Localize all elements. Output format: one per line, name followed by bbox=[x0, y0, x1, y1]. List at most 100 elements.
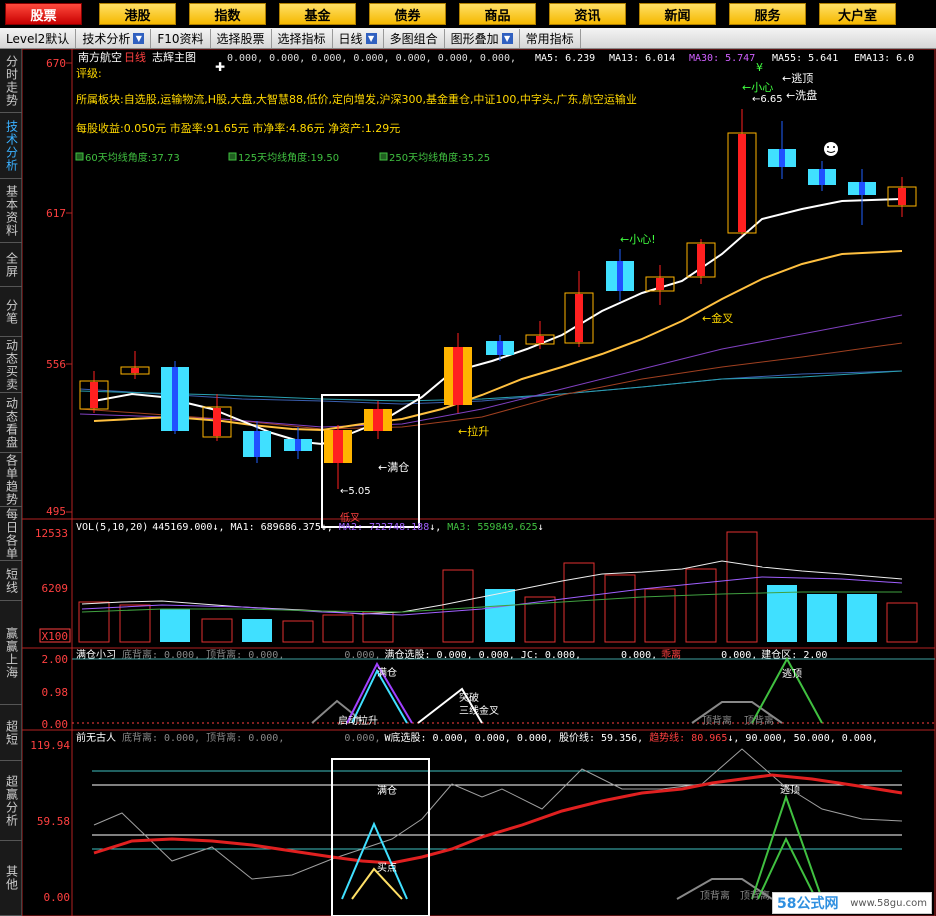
toolbar-item-8[interactable]: 常用指标 bbox=[520, 28, 581, 48]
ind1-triple-cross-label: 三线金叉 bbox=[459, 704, 499, 717]
ind1-divergence-label-1: 顶背离 bbox=[702, 714, 732, 727]
volume-bar[interactable] bbox=[485, 589, 515, 642]
svg-text:南方航空日线志辉主图: 南方航空 日线 志辉主图 bbox=[78, 50, 196, 64]
left-tab-13[interactable]: 其他 bbox=[0, 841, 22, 916]
dropdown-arrow-icon[interactable]: ▼ bbox=[365, 32, 377, 44]
toolbar-label: 常用指标 bbox=[525, 31, 574, 46]
toolbar-item-3[interactable]: 选择股票 bbox=[211, 28, 272, 48]
annotation-golden-cross: ←金叉 bbox=[702, 311, 733, 325]
left-tab-8[interactable]: 每日各单 bbox=[0, 507, 22, 561]
vol-y-label-top: 12533 bbox=[35, 527, 68, 540]
annotation-careful-top: ←小心 bbox=[742, 81, 773, 94]
annotation-low-price: ←5.05 bbox=[340, 486, 371, 497]
left-tab-4[interactable]: 分笔 bbox=[0, 287, 22, 337]
ind2-buy-label: 买点 bbox=[377, 862, 397, 874]
annotation-careful: ←小心! bbox=[620, 233, 656, 246]
nav-button-3[interactable]: 基金 bbox=[279, 3, 356, 25]
dropdown-arrow-icon[interactable]: ▼ bbox=[133, 32, 145, 44]
ind1-break-label: 突破 bbox=[459, 691, 479, 704]
toolbar-label: 技术分析 bbox=[82, 31, 131, 46]
chart-area[interactable]: 南方航空 日线 志辉主图 0.000, 0.000, 0.000, 0.000, 0… bbox=[22, 49, 936, 916]
svg-text:0.00: 0.00 bbox=[44, 891, 71, 904]
ma60-angle: 60天均线角度:37.73 bbox=[85, 151, 180, 164]
vol-y-label-unit: X100 bbox=[42, 630, 69, 643]
left-tab-10[interactable]: 赢赢上海 bbox=[0, 601, 22, 705]
ind2-divergence-label-1: 顶背离 bbox=[700, 889, 730, 902]
ma-angle-row: 60天均线角度:37.73 125天均线角度:19.50 250天均线角度:35… bbox=[75, 151, 490, 164]
annotation-high-price: ←6.65 bbox=[752, 94, 783, 105]
dropdown-arrow-icon[interactable]: ▼ bbox=[501, 32, 513, 44]
ind2-header: 前无古人 底背离: 0.000, 顶背离: 0.000, 0.000, W底选股: 0… bbox=[76, 731, 878, 744]
nav-button-4[interactable]: 债券 bbox=[369, 3, 446, 25]
left-tab-1[interactable]: 技术分析 bbox=[0, 113, 22, 179]
toolbar-item-0[interactable]: Level2默认 bbox=[0, 28, 77, 48]
svg-text:59.58: 59.58 bbox=[37, 815, 70, 828]
ma5-value: MA5: 6.239 bbox=[535, 53, 595, 64]
ind2-divergence-label-2: 顶背离 bbox=[740, 889, 770, 902]
y-label-617: 617 bbox=[46, 207, 66, 220]
y-label-556: 556 bbox=[46, 358, 66, 371]
nav-button-1[interactable]: 港股 bbox=[99, 3, 176, 25]
y-label-495: 495 bbox=[46, 505, 66, 518]
nav-button-7[interactable]: 新闻 bbox=[639, 3, 716, 25]
ind2-escape-label: 逃顶 bbox=[780, 783, 800, 796]
ind1-start-label: 启动拉升 bbox=[338, 714, 378, 727]
left-tab-2[interactable]: 基本资料 bbox=[0, 179, 22, 243]
annotation-rise: ←拉升 bbox=[458, 424, 489, 438]
toolbar-item-5[interactable]: 日线 ▼ bbox=[333, 28, 384, 48]
watermark-brand: 58公式网 bbox=[777, 896, 839, 912]
left-tab-0[interactable]: 分时走势 bbox=[0, 49, 22, 113]
sector-info: 所属板块:自选股,运输物流,H股,大盘,大智慧88,低价,定向增发,沪深300,… bbox=[76, 92, 637, 106]
indicator2-panel-frame bbox=[22, 729, 936, 916]
ma250-angle: 250天均线角度:35.25 bbox=[389, 151, 490, 164]
financial-info: 每股收益:0.050元 市盈率:91.65元 市净率:4.86元 净资产:1.2… bbox=[76, 121, 400, 135]
left-tab-3[interactable]: 全屏 bbox=[0, 243, 22, 287]
volume-bar[interactable] bbox=[847, 594, 877, 642]
svg-text:0.00: 0.00 bbox=[42, 718, 69, 731]
toolbar-item-2[interactable]: F10资料 bbox=[151, 28, 211, 48]
ma125-angle: 125天均线角度:19.50 bbox=[238, 151, 339, 164]
toolbar-label: Level2默认 bbox=[6, 31, 70, 46]
toolbar-label: 选择股票 bbox=[216, 31, 265, 46]
annotation-escape: ←逃顶 bbox=[782, 72, 813, 85]
left-tab-7[interactable]: 各单趋势 bbox=[0, 453, 22, 507]
svg-text:119.94: 119.94 bbox=[30, 739, 70, 752]
left-tab-bar: 分时走势 技术分析 基本资料 全屏 分笔 动态买卖 动态看盘 各单趋势 每日各单 短线 赢赢上海 超短… bbox=[0, 49, 22, 916]
left-tab-5[interactable]: 动态买卖 bbox=[0, 337, 22, 393]
toolbar-item-6[interactable]: 多图组合 bbox=[384, 28, 445, 48]
nav-button-9[interactable]: 大户室 bbox=[819, 3, 896, 25]
nav-button-5[interactable]: 商品 bbox=[459, 3, 536, 25]
main-header-values: 0.000, 0.000, 0.000, 0.000, 0.000, 0.000… bbox=[227, 53, 516, 64]
y-label-670: 670 bbox=[46, 57, 66, 70]
watermark-url: www.58gu.com bbox=[850, 897, 927, 909]
nav-button-2[interactable]: 指数 bbox=[189, 3, 266, 25]
left-tab-11[interactable]: 超短 bbox=[0, 705, 22, 761]
toolbar-item-1[interactable]: 技术分析 ▼ bbox=[76, 28, 152, 48]
toolbar-label: F10资料 bbox=[157, 31, 204, 46]
left-tab-9[interactable]: 短线 bbox=[0, 561, 22, 601]
nav-button-8[interactable]: 服务 bbox=[729, 3, 806, 25]
volume-panel-frame bbox=[22, 518, 936, 649]
indicator-name: 志辉主图 bbox=[152, 51, 196, 64]
left-tab-6[interactable]: 动态看盘 bbox=[0, 393, 22, 453]
nav-button-0[interactable]: 股票 bbox=[5, 3, 82, 25]
toolbar-item-4[interactable]: 选择指标 bbox=[272, 28, 333, 48]
kline-chart-svg[interactable]: 南方航空 日线 志辉主图 0.000, 0.000, 0.000, 0.000, 0… bbox=[22, 49, 936, 916]
toolbar-label: 选择指标 bbox=[277, 31, 326, 46]
toolbar: Level2默认 技术分析 ▼ F10资料 选择股票 选择指标 日线 ▼ 多图组合 图形叠加 ▼ 常用… bbox=[0, 28, 936, 49]
ma55-value: MA55: 5.641 bbox=[772, 53, 838, 64]
svg-text:0.98: 0.98 bbox=[42, 686, 69, 699]
toolbar-item-7[interactable]: 图形叠加 ▼ bbox=[445, 28, 520, 48]
left-tab-12[interactable]: 超赢分析 bbox=[0, 761, 22, 841]
volume-bar[interactable] bbox=[767, 585, 797, 642]
ind1-divergence-label-2: 顶背离 bbox=[744, 714, 774, 727]
volume-bar[interactable] bbox=[807, 594, 837, 642]
candle[interactable] bbox=[161, 361, 189, 434]
toolbar-label: 日线 bbox=[338, 31, 363, 46]
volume-bar[interactable] bbox=[160, 609, 190, 642]
stock-name: 南方航空 bbox=[78, 50, 122, 64]
top-yen-mark: ¥ bbox=[756, 61, 763, 74]
nav-button-6[interactable]: 资讯 bbox=[549, 3, 626, 25]
volume-bar[interactable] bbox=[242, 619, 272, 642]
svg-text:2.00: 2.00 bbox=[42, 653, 69, 666]
